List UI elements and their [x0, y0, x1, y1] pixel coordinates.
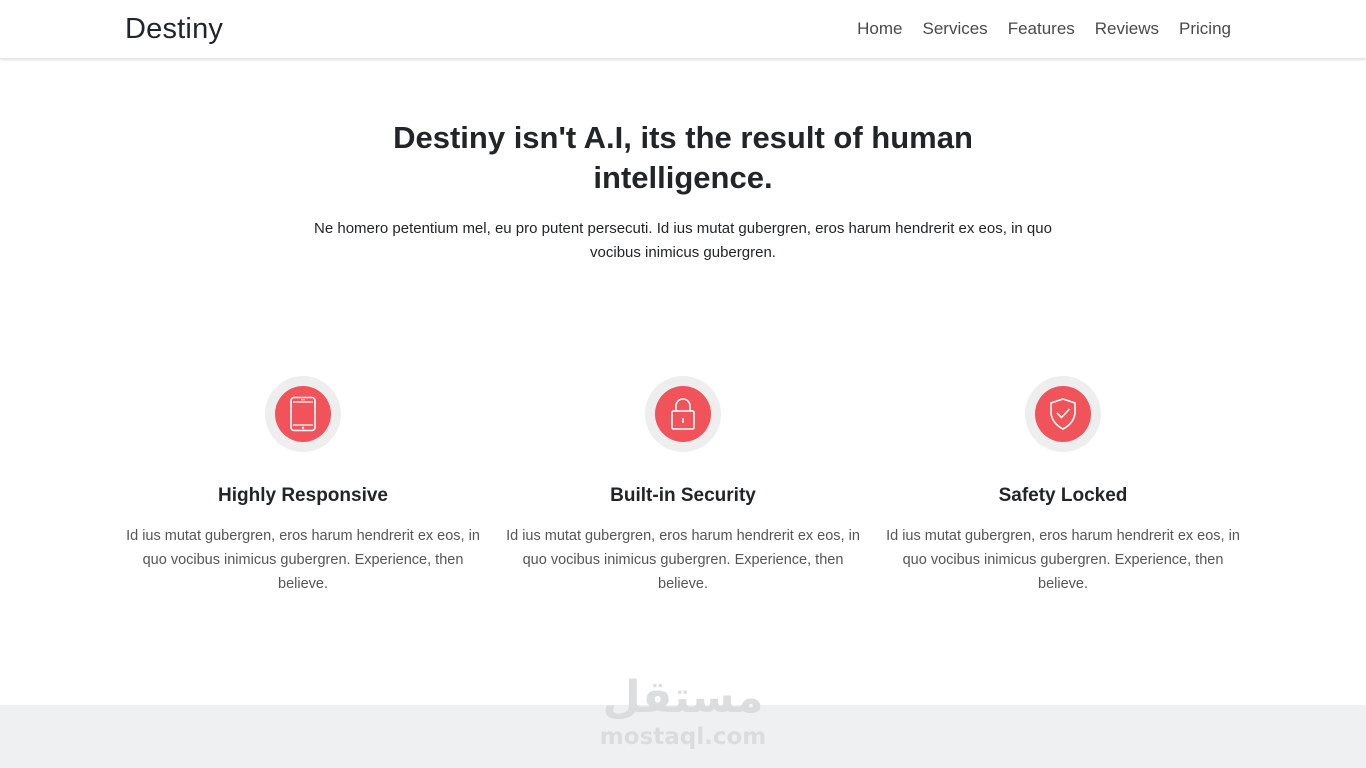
- feature-card-safety: Safety Locked Id ius mutat gubergren, er…: [883, 376, 1243, 596]
- feature-icon-ring: [1025, 376, 1101, 452]
- feature-title: Safety Locked: [998, 485, 1128, 506]
- shield-check-icon: [1035, 386, 1091, 442]
- watermark: مستقل mostaql.com: [583, 673, 783, 763]
- feature-title: Built-in Security: [610, 485, 756, 506]
- feature-card-security: Built-in Security Id ius mutat gubergren…: [503, 376, 863, 596]
- feature-icon-ring: [265, 376, 341, 452]
- nav-link-services[interactable]: Services: [923, 19, 988, 39]
- nav-link-pricing[interactable]: Pricing: [1179, 19, 1231, 39]
- feature-card-responsive: Highly Responsive Id ius mutat gubergren…: [123, 376, 483, 596]
- nav-links: Home Services Features Reviews Pricing: [857, 19, 1231, 39]
- feature-title: Highly Responsive: [218, 485, 388, 506]
- feature-text: Id ius mutat gubergren, eros harum hendr…: [886, 528, 1240, 592]
- nav-link-reviews[interactable]: Reviews: [1095, 19, 1159, 39]
- navbar: Destiny Home Services Features Reviews P…: [0, 0, 1366, 59]
- watermark-arabic: مستقل: [602, 672, 764, 723]
- nav-link-features[interactable]: Features: [1008, 19, 1075, 39]
- watermark-latin: mostaql.com: [599, 724, 767, 750]
- nav-link-home[interactable]: Home: [857, 19, 902, 39]
- padlock-icon: [655, 386, 711, 442]
- brand-logo[interactable]: Destiny: [125, 13, 223, 46]
- hero-title: Destiny isn't A.I, its the result of hum…: [393, 120, 973, 195]
- feature-text: Id ius mutat gubergren, eros harum hendr…: [126, 528, 480, 592]
- feature-text: Id ius mutat gubergren, eros harum hendr…: [506, 528, 860, 592]
- feature-icon-ring: [645, 376, 721, 452]
- tablet-icon: [275, 386, 331, 442]
- hero-text: Ne homero petentium mel, eu pro putent p…: [314, 220, 1052, 261]
